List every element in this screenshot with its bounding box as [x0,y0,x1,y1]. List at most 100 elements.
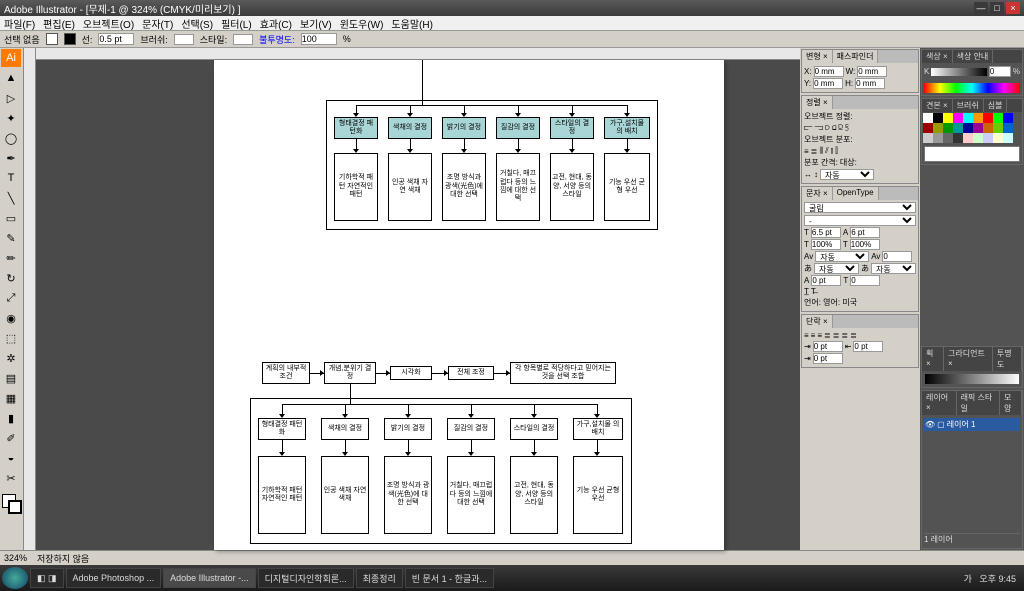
fill-stroke-control[interactable] [0,492,23,520]
minimize-button[interactable]: — [974,2,988,14]
baseline-input[interactable] [811,275,841,286]
align-r-icon[interactable]: ⫐ [825,123,830,133]
spectrum[interactable] [924,83,1020,93]
fill-swatch[interactable] [46,33,58,45]
tab-char[interactable]: 문자 × [802,187,833,200]
dist-1-icon[interactable]: ≡ [804,147,809,156]
transform-panel[interactable]: 변형 ×패스파인더 X:W: Y:H: [801,49,919,93]
eye-icon[interactable]: 👁 [925,420,935,429]
quick-launch[interactable]: ◧ ◨ [30,568,64,588]
eyedropper-tool[interactable]: ✐ [0,428,22,448]
align-center-icon[interactable]: ≡ [811,331,816,340]
y-input[interactable] [813,78,843,89]
justify-l-icon[interactable]: ≣ [824,331,831,340]
wand-tool[interactable]: ✦ [0,108,22,128]
selection-tool[interactable]: ▲ [0,68,22,88]
font-style-select[interactable]: - [804,215,916,226]
tab-appear[interactable]: 모양 [1000,391,1022,415]
tab-color[interactable]: 색상 × [922,50,953,63]
track-input[interactable] [882,251,912,262]
task-doc2[interactable]: 최종정리 [356,568,403,588]
tab-layers[interactable]: 레이어 × [922,391,957,415]
task-illustrator[interactable]: Adobe Illustrator -... [163,568,256,588]
font-select[interactable]: 굴림 [804,202,916,213]
zoom-level[interactable]: 324% [4,553,27,563]
rotate-tool[interactable]: ↻ [0,268,22,288]
scale-tool[interactable]: ⤢ [0,288,22,308]
align-right-icon[interactable]: ≡ [817,331,822,340]
swatch-large[interactable] [924,146,1020,162]
task-photoshop[interactable]: Adobe Photoshop ... [66,568,162,588]
ruler-vertical[interactable] [24,48,36,550]
tab-symbol[interactable]: 심볼 [984,99,1008,112]
tab-para[interactable]: 단락 × [802,315,833,328]
color-panel[interactable]: 색상 ×색상 안내 K% [921,49,1023,96]
w-input[interactable] [857,66,887,77]
justify-c-icon[interactable]: ≣ [833,331,840,340]
dist-2-icon[interactable]: ≣ [811,147,818,156]
menu-select[interactable]: 선택(S) [181,16,213,31]
tab-gstyle[interactable]: 래픽 스타일 [957,391,1000,415]
task-doc1[interactable]: 디지털디자인학회론... [258,568,354,588]
underline-icon[interactable]: T̲ [804,287,809,296]
start-button[interactable] [2,567,28,589]
menu-filter[interactable]: 필터(L) [221,16,252,31]
tab-opentype[interactable]: OpenType [833,187,879,200]
task-hwp[interactable]: 빈 문서 1 - 한글과... [405,568,494,588]
tab-transform[interactable]: 변형 × [802,50,833,63]
align-m-icon[interactable]: ⫒ [838,123,843,133]
menu-help[interactable]: 도움말(H) [391,16,432,31]
menu-type[interactable]: 문자(T) [142,16,173,31]
indent-l-input[interactable] [813,341,843,352]
tab-pathfinder[interactable]: 패스파인더 [833,50,879,63]
mesh-tool[interactable]: ▦ [0,388,22,408]
pen-tool[interactable]: ✒ [0,148,22,168]
lasso-tool[interactable]: ◯ [0,128,22,148]
justify-icon[interactable]: ≣ [850,331,857,340]
type-tool[interactable]: T [0,168,22,188]
gap-v-icon[interactable]: ↕ [814,170,818,179]
rect-tool[interactable]: ▭ [0,208,22,228]
symbol-spray-tool[interactable]: ✲ [0,348,22,368]
stroke-weight-input[interactable] [98,33,134,45]
pencil-tool[interactable]: ✏ [0,248,22,268]
align-panel[interactable]: 정렬 × 오브젝트 정렬: ⫍⫎⫐⫑⫒⫓ 오브젝트 분포: ≡≣⫼⫽⫾⫿ 분포 … [801,95,919,184]
leading-input[interactable] [850,227,880,238]
tab-swatch[interactable]: 견본 × [922,99,953,112]
gradient-panel[interactable]: 획 ×그라디언트 ×투명도 [921,346,1023,388]
free-transform-tool[interactable]: ⬚ [0,328,22,348]
menu-object[interactable]: 오브젝트(O) [83,16,134,31]
align-to-select[interactable]: 자동 [820,169,874,180]
strike-icon[interactable]: T̶ [811,287,816,296]
menu-edit[interactable]: 편집(E) [43,16,75,31]
menu-window[interactable]: 윈도우(W) [340,16,384,31]
tab-transparency[interactable]: 투명도 [993,347,1022,371]
maximize-button[interactable]: □ [990,2,1004,14]
dist-4-icon[interactable]: ⫽ [825,146,829,156]
justify-r-icon[interactable]: ≣ [841,331,848,340]
tab-gradient[interactable]: 그라디언트 × [944,347,993,371]
align-t-icon[interactable]: ⫑ [832,123,837,133]
menu-view[interactable]: 보기(V) [300,16,332,31]
k-slider[interactable] [931,68,987,76]
x-input[interactable] [814,66,844,77]
tab-stroke[interactable]: 획 × [922,347,944,371]
vscale-input[interactable] [850,239,880,250]
hscale-input[interactable] [811,239,841,250]
dist-5-icon[interactable]: ⫾ [831,146,834,156]
system-tray[interactable]: 가 오후 9:45 [958,572,1022,585]
dist-6-icon[interactable]: ⫿ [835,146,838,156]
paragraph-panel[interactable]: 단락 × ≡≡≡≣≣≣≣ ⇥⇤ ⇥ [801,314,919,368]
graph-tool[interactable]: ▤ [0,368,22,388]
close-button[interactable]: × [1006,2,1020,14]
tsume-input[interactable]: 자동 [814,263,859,274]
stroke-swatch[interactable] [64,33,76,45]
tab-align[interactable]: 정렬 × [802,96,833,109]
align-left-icon[interactable]: ≡ [804,331,809,340]
swatch-grid[interactable] [922,112,1022,144]
kern-input[interactable]: 자동 [815,251,869,262]
align-c-icon[interactable]: ⫎ [815,123,824,133]
layer-row[interactable]: 👁▢레이어 1 [924,418,1020,431]
rot-input[interactable] [850,275,880,286]
dist-3-icon[interactable]: ⫼ [819,146,823,156]
